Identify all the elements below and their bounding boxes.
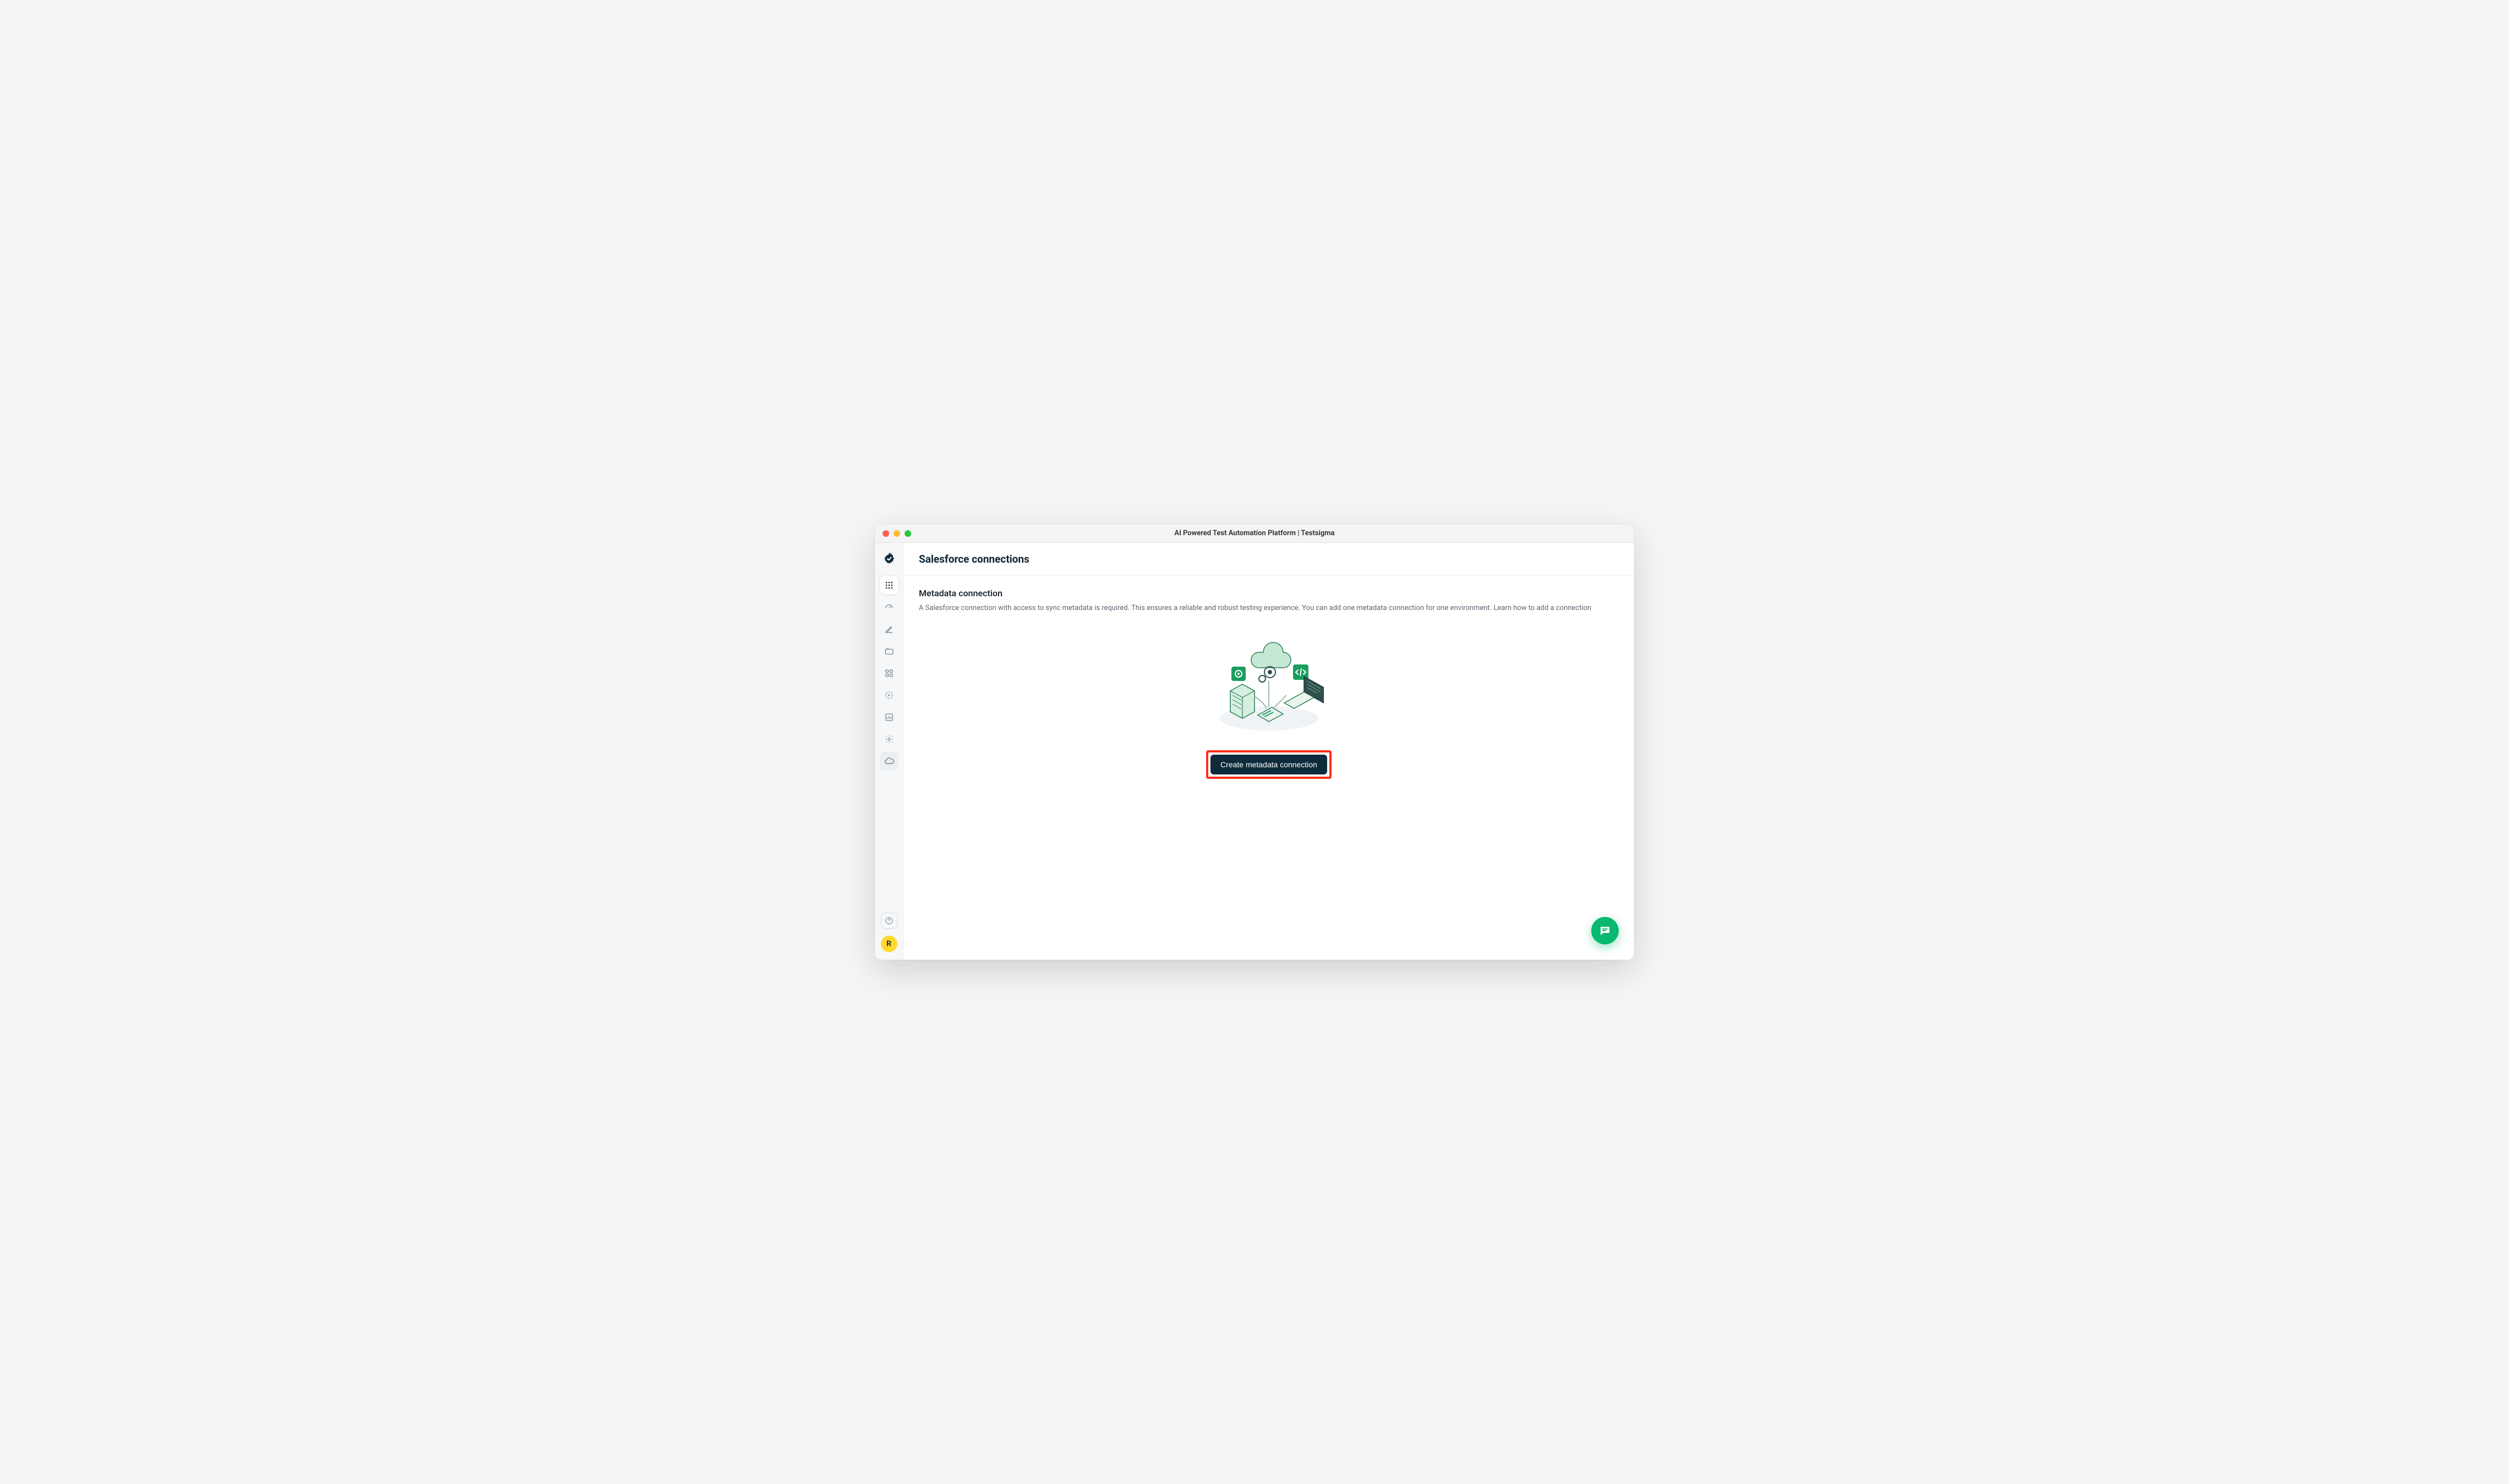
create-metadata-connection-button[interactable]: Create metadata connection: [1210, 755, 1327, 774]
app-logo[interactable]: [880, 549, 899, 568]
titlebar: AI Powered Test Automation Platform | Te…: [875, 524, 1634, 543]
folder-icon: [884, 646, 894, 656]
sidebar-item-apps[interactable]: [880, 576, 899, 595]
avatar-letter: R: [886, 939, 891, 948]
target-play-icon: [884, 690, 894, 700]
cta-highlight: Create metadata connection: [1206, 750, 1332, 779]
sidebar-item-test-data[interactable]: [880, 642, 899, 661]
sidebar-item-runs[interactable]: [880, 686, 899, 705]
help-icon: [885, 916, 894, 925]
section-description: A Salesforce connection with access to s…: [919, 603, 1619, 614]
grid-squares-icon: [884, 668, 894, 678]
empty-state: Create metadata connection: [919, 636, 1619, 779]
maximize-window-button[interactable]: [905, 530, 911, 537]
app-window: AI Powered Test Automation Platform | Te…: [875, 524, 1634, 960]
gauge-icon: [884, 602, 894, 612]
sidebar-item-reports[interactable]: [880, 708, 899, 727]
page-title: Salesforce connections: [919, 553, 1619, 565]
help-button[interactable]: [881, 913, 897, 929]
chat-icon: [1598, 924, 1612, 937]
user-avatar[interactable]: R: [881, 936, 897, 952]
connection-illustration: [1214, 636, 1324, 735]
chat-fab[interactable]: [1591, 917, 1619, 944]
learn-link[interactable]: Learn how to add a connection: [1493, 604, 1591, 612]
main-content: Salesforce connections Metadata connecti…: [903, 543, 1634, 960]
sidebar-item-addons[interactable]: [880, 664, 899, 683]
content-area: Metadata connection A Salesforce connect…: [903, 576, 1634, 960]
page-header: Salesforce connections: [903, 543, 1634, 576]
close-window-button[interactable]: [883, 530, 889, 537]
section-title: Metadata connection: [919, 588, 1619, 598]
sidebar-item-salesforce[interactable]: [880, 752, 899, 771]
cloud-icon: [884, 756, 895, 767]
gear-icon: [884, 734, 894, 744]
window-title: AI Powered Test Automation Platform | Te…: [875, 529, 1634, 537]
sidebar-item-dashboard[interactable]: [880, 598, 899, 617]
sidebar-item-design[interactable]: [880, 620, 899, 639]
bar-chart-icon: [884, 712, 894, 722]
minimize-window-button[interactable]: [894, 530, 900, 537]
sidebar-item-settings[interactable]: [880, 730, 899, 749]
apps-grid-icon: [885, 581, 894, 590]
pencil-icon: [884, 624, 894, 634]
sidebar: R: [875, 543, 903, 960]
window-controls: [883, 530, 911, 537]
